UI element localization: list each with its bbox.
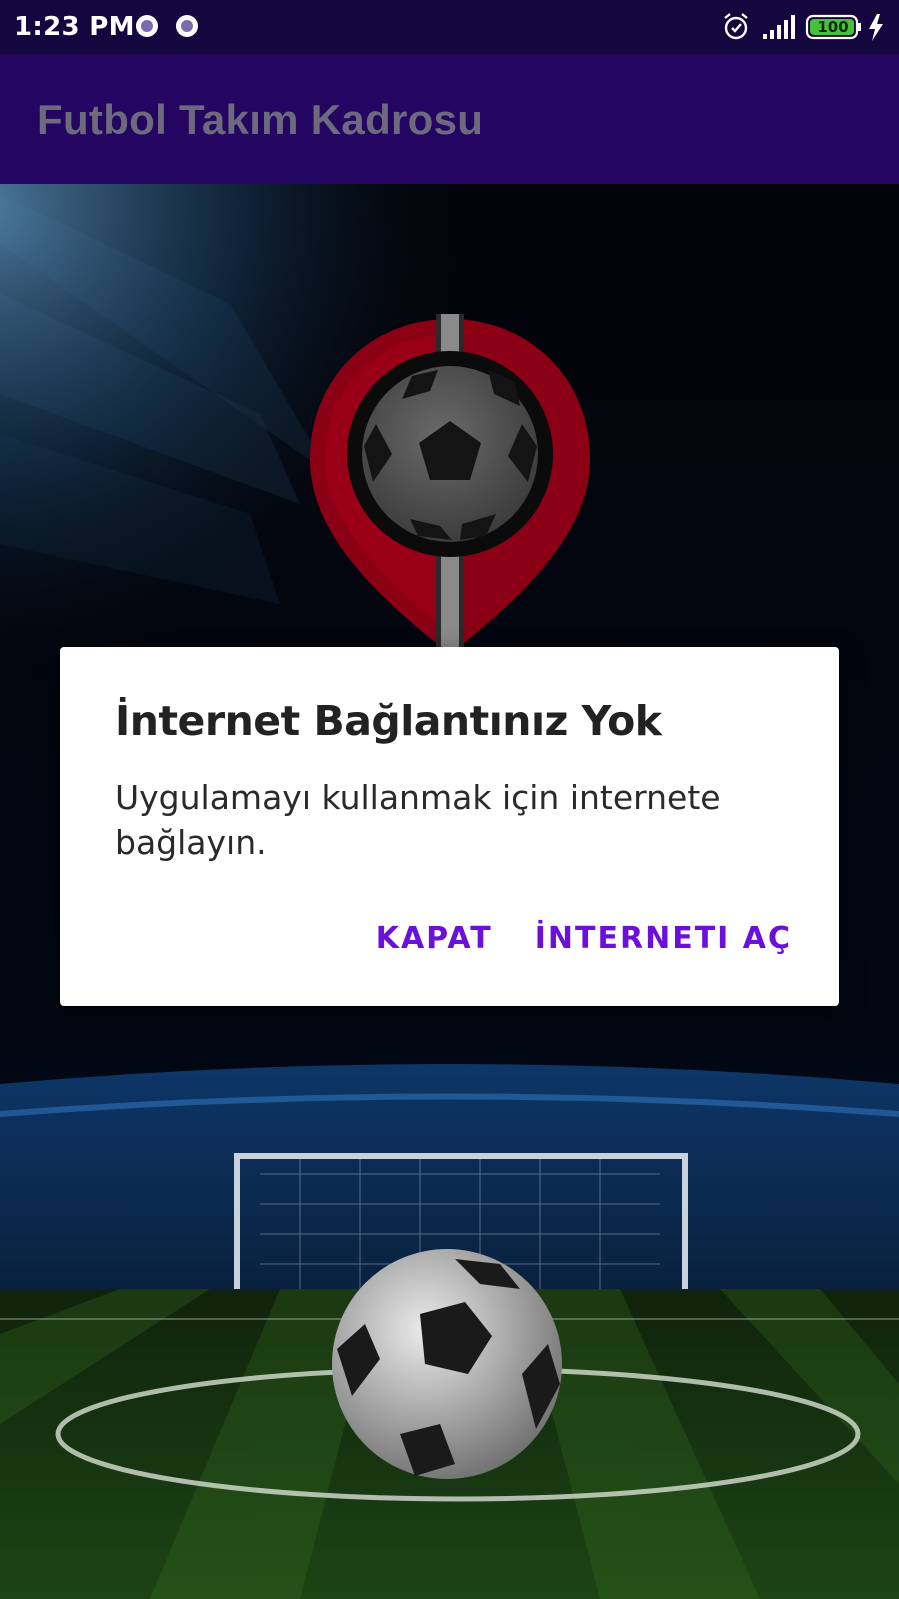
close-button[interactable]: KAPAT <box>374 917 495 960</box>
dialog-actions: KAPAT İNTERNETI AÇ <box>374 917 794 960</box>
open-internet-button[interactable]: İNTERNETI AÇ <box>533 917 794 960</box>
dialog-message: Uygulamayı kullanmak için internete bağl… <box>115 778 721 862</box>
dialog-title: İnternet Bağlantınız Yok <box>115 697 662 745</box>
no-internet-dialog: İnternet Bağlantınız Yok Uygulamayı kull… <box>60 647 839 1006</box>
